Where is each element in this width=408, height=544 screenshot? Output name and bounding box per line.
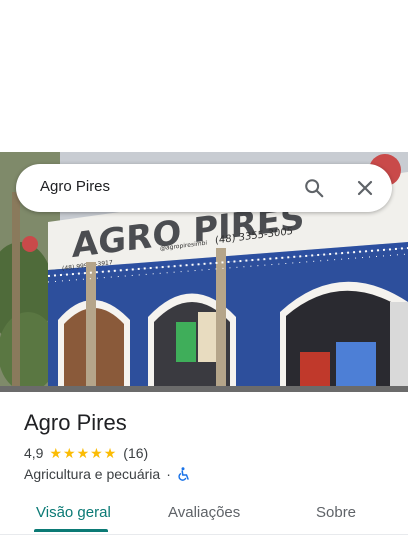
review-count[interactable]: (16) (123, 445, 148, 461)
tabs-divider (0, 534, 408, 535)
star-rating: ★ ★ ★ ★ ★ (49, 446, 117, 460)
tab-reviews[interactable]: Avaliações (168, 504, 240, 521)
wheelchair-icon (177, 467, 191, 481)
search-bar[interactable]: Agro Pires (16, 164, 392, 212)
separator-dot: · (166, 466, 171, 482)
star-icon: ★ (90, 445, 103, 461)
star-icon: ★ (49, 445, 63, 461)
search-icon[interactable] (298, 172, 330, 204)
place-info-panel: Agro Pires 4,9 ★ ★ ★ ★ ★ (16) Agricultur… (0, 392, 408, 544)
search-query-text[interactable]: Agro Pires (40, 178, 110, 195)
star-icon: ★ (76, 445, 90, 461)
place-title: Agro Pires (24, 410, 127, 435)
tab-overview[interactable]: Visão geral (36, 504, 111, 521)
place-tabs: Visão geral Avaliações Sobre (0, 496, 408, 532)
tab-about[interactable]: Sobre (316, 504, 356, 521)
rating-row[interactable]: 4,9 ★ ★ ★ ★ ★ (16) (24, 444, 148, 462)
place-category: Agricultura e pecuária (24, 466, 161, 482)
star-icon: ★ (103, 445, 117, 461)
map-area-blank (0, 0, 408, 152)
active-tab-indicator (34, 529, 108, 532)
close-icon[interactable] (349, 172, 381, 204)
category-row: Agricultura e pecuária · (24, 465, 191, 483)
star-icon: ★ (63, 445, 76, 461)
rating-value: 4,9 (24, 445, 44, 461)
